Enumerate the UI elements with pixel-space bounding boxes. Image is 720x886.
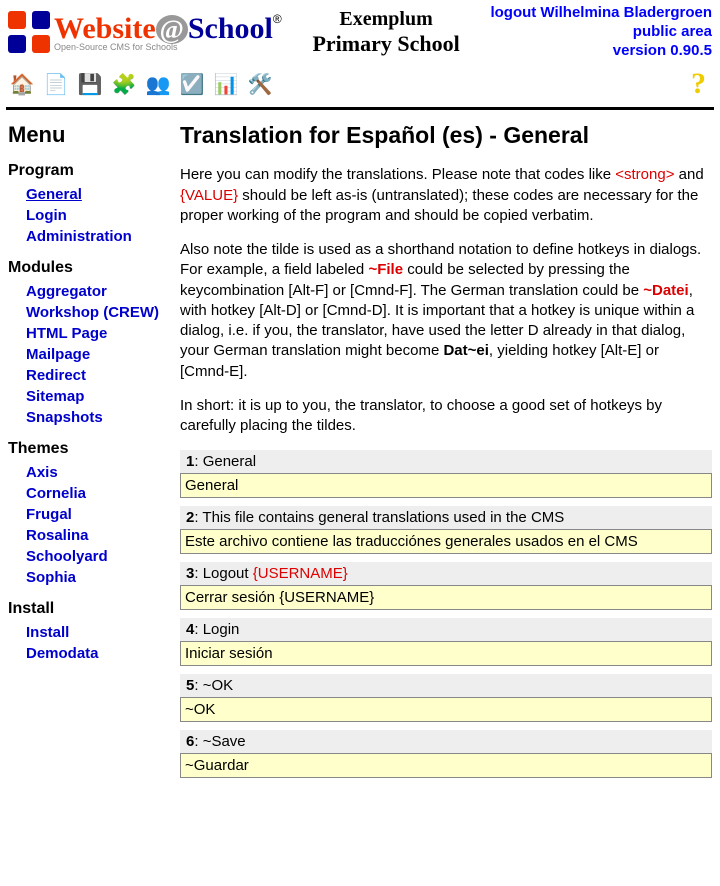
logo-text-website: Website <box>54 12 156 45</box>
sidebar-item-htmlpage[interactable]: HTML Page <box>26 325 107 342</box>
sidebar-item-frugal[interactable]: Frugal <box>26 506 72 523</box>
entry-input-3[interactable] <box>180 585 712 610</box>
tilde-datei: ~Datei <box>643 282 688 299</box>
code-value: {VALUE} <box>180 187 238 204</box>
intro-p1: Here you can modify the translations. Pl… <box>180 165 712 226</box>
logout-link[interactable]: logout Wilhelmina Bladergroen <box>490 4 712 23</box>
home-icon[interactable]: 🏠 <box>8 70 36 98</box>
entry-input-2[interactable] <box>180 529 712 554</box>
sidebar-item-snapshots[interactable]: Snapshots <box>26 409 103 426</box>
page-title: Translation for Español (es) - General <box>180 122 712 149</box>
entry-input-1[interactable] <box>180 473 712 498</box>
entry-label: 4: Login <box>180 618 712 641</box>
sidebar-item-sitemap[interactable]: Sitemap <box>26 388 84 405</box>
sidebar-item-aggregator[interactable]: Aggregator <box>26 283 107 300</box>
entry-label: 2: This file contains general translatio… <box>180 506 712 529</box>
sidebar-item-mailpage[interactable]: Mailpage <box>26 346 90 363</box>
menu-group-program: Program <box>8 162 168 180</box>
sidebar-item-sophia[interactable]: Sophia <box>26 569 76 586</box>
save-icon[interactable]: 💾 <box>76 70 104 98</box>
entry-label: 5: ~OK <box>180 674 712 697</box>
logo: Website@School® Open-Source CMS for Scho… <box>8 11 282 53</box>
entry-label: 3: Logout {USERNAME} <box>180 562 712 585</box>
sidebar-item-demodata[interactable]: Demodata <box>26 645 99 662</box>
sidebar-item-administration[interactable]: Administration <box>26 228 132 245</box>
menu-group-install: Install <box>8 600 168 618</box>
sidebar-item-login[interactable]: Login <box>26 207 67 224</box>
entry-label: 6: ~Save <box>180 730 712 753</box>
entry-input-4[interactable] <box>180 641 712 666</box>
modules-icon[interactable]: 🧩 <box>110 70 138 98</box>
intro-p2: Also note the tilde is used as a shortha… <box>180 240 712 382</box>
version-link[interactable]: version 0.90.5 <box>490 42 712 61</box>
sidebar-item-workshop[interactable]: Workshop (CREW) <box>26 304 159 321</box>
entry-input-6[interactable] <box>180 753 712 778</box>
sidebar-item-install[interactable]: Install <box>26 624 69 641</box>
page-icon[interactable]: 📄 <box>42 70 70 98</box>
logo-at: @ <box>156 15 188 44</box>
sidebar-item-redirect[interactable]: Redirect <box>26 367 86 384</box>
tilde-file: ~File <box>368 261 403 278</box>
entry-input-5[interactable] <box>180 697 712 722</box>
entry-2: 2: This file contains general translatio… <box>180 506 712 554</box>
entry-label: 1: General <box>180 450 712 473</box>
sidebar-item-schoolyard[interactable]: Schoolyard <box>26 548 108 565</box>
logo-text-school: School <box>188 12 273 45</box>
sidebar: Menu Program General Login Administratio… <box>8 116 176 786</box>
sidebar-item-rosalina[interactable]: Rosalina <box>26 527 89 544</box>
config-icon[interactable]: ☑️ <box>178 70 206 98</box>
menu-group-themes: Themes <box>8 440 168 458</box>
top-links: logout Wilhelmina Bladergroen public are… <box>490 4 712 60</box>
sidebar-item-axis[interactable]: Axis <box>26 464 58 481</box>
sidebar-item-cornelia[interactable]: Cornelia <box>26 485 86 502</box>
code-username: {USERNAME} <box>253 565 348 582</box>
main-content: Translation for Español (es) - General H… <box>176 116 712 786</box>
entry-5: 5: ~OK <box>180 674 712 722</box>
entry-3: 3: Logout {USERNAME} <box>180 562 712 610</box>
code-strong: <strong> <box>615 166 674 183</box>
help-icon[interactable]: ? <box>691 67 706 101</box>
toolbar: 🏠 📄 💾 🧩 👥 ☑️ 📊 🛠️ ? <box>0 62 720 105</box>
stats-icon[interactable]: 📊 <box>212 70 240 98</box>
intro-p3: In short: it is up to you, the translato… <box>180 396 712 437</box>
users-icon[interactable]: 👥 <box>144 70 172 98</box>
puzzle-icon <box>8 11 50 53</box>
tools-icon[interactable]: 🛠️ <box>246 70 274 98</box>
menu-group-modules: Modules <box>8 259 168 277</box>
sidebar-item-general[interactable]: General <box>26 186 82 203</box>
menu-title: Menu <box>8 122 168 148</box>
school-name: Exemplum Primary School <box>282 8 491 57</box>
public-area-link[interactable]: public area <box>490 23 712 42</box>
datei-alt: Dat~ei <box>443 342 488 359</box>
entry-1: 1: General <box>180 450 712 498</box>
entry-4: 4: Login <box>180 618 712 666</box>
entry-6: 6: ~Save <box>180 730 712 778</box>
